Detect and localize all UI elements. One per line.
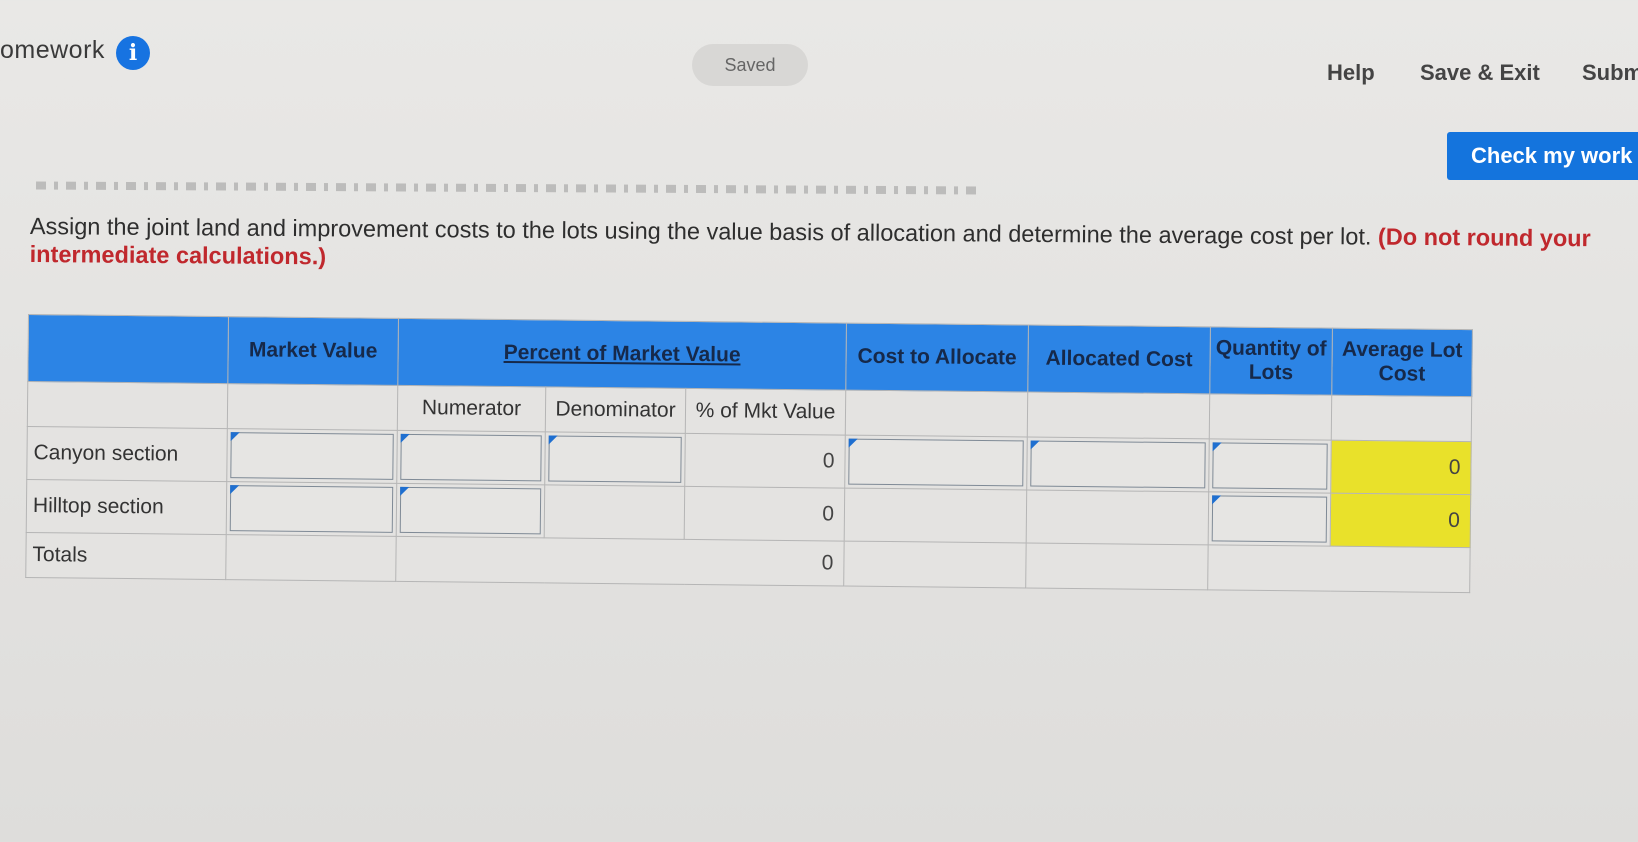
hilltop-quantity-cell bbox=[1208, 491, 1331, 547]
canyon-allocated-cost-input[interactable] bbox=[1030, 440, 1206, 489]
top-bar: omework i Saved Help Save & Exit Subm bbox=[0, 0, 1638, 100]
saved-status-badge: Saved bbox=[692, 44, 808, 86]
totals-blank-cell bbox=[1207, 544, 1471, 593]
subheader-blank bbox=[1027, 391, 1210, 439]
row-label-hilltop: Hilltop section bbox=[26, 479, 227, 535]
subheader-denominator: Denominator bbox=[545, 386, 686, 434]
subheader-blank bbox=[845, 390, 1028, 437]
assignment-title: omework bbox=[0, 36, 105, 64]
canyon-allocated-cost-cell bbox=[1026, 436, 1210, 492]
allocation-table-wrapper: Market Value Percent of Market Value Cos… bbox=[25, 314, 1473, 593]
hilltop-market-value-input[interactable] bbox=[229, 485, 394, 533]
canyon-quantity-input[interactable] bbox=[1212, 442, 1328, 490]
hilltop-pct-mkt-value: 0 bbox=[684, 486, 845, 542]
header-blank bbox=[27, 314, 229, 384]
hilltop-numerator-cell bbox=[396, 483, 545, 538]
hilltop-allocated-cost-cell bbox=[1026, 489, 1209, 545]
canyon-denominator-cell bbox=[544, 431, 686, 487]
totals-market-value-cell bbox=[225, 534, 397, 582]
canyon-quantity-cell bbox=[1208, 438, 1332, 494]
check-my-work-button[interactable]: Check my work bbox=[1447, 132, 1638, 180]
instructions: Assign the joint land and improvement co… bbox=[30, 212, 1630, 281]
hilltop-cost-to-allocate-cell bbox=[844, 488, 1027, 543]
subheader-blank bbox=[227, 383, 398, 431]
hilltop-quantity-input[interactable] bbox=[1211, 495, 1328, 543]
subheader-blank bbox=[27, 381, 228, 429]
hilltop-numerator-input[interactable] bbox=[399, 486, 542, 535]
info-icon[interactable]: i bbox=[116, 36, 150, 70]
canyon-cost-to-allocate-cell bbox=[844, 435, 1028, 490]
canyon-market-value-input[interactable] bbox=[230, 432, 394, 480]
canyon-pct-mkt-value: 0 bbox=[684, 433, 846, 489]
allocation-table: Market Value Percent of Market Value Cos… bbox=[25, 314, 1473, 593]
hilltop-market-value-cell bbox=[226, 481, 397, 537]
subheader-blank bbox=[1331, 395, 1472, 442]
save-exit-link[interactable]: Save & Exit bbox=[1420, 60, 1540, 86]
row-label-totals: Totals bbox=[25, 532, 227, 580]
help-link[interactable]: Help bbox=[1327, 60, 1375, 86]
cut-off-text-line bbox=[35, 181, 981, 195]
header-cost-to-allocate: Cost to Allocate bbox=[845, 323, 1029, 392]
header-quantity-of-lots: Quantity of Lots bbox=[1209, 326, 1333, 396]
submit-link[interactable]: Subm bbox=[1582, 60, 1638, 86]
subheader-numerator: Numerator bbox=[397, 385, 546, 432]
canyon-market-value-cell bbox=[226, 428, 398, 484]
canyon-average-lot-cost: 0 bbox=[1330, 440, 1472, 495]
header-market-value: Market Value bbox=[227, 316, 399, 386]
subheader-blank bbox=[1209, 393, 1332, 441]
percent-of-market-value-link[interactable]: Percent of Market Value bbox=[504, 341, 741, 366]
row-label-canyon: Canyon section bbox=[26, 426, 228, 482]
hilltop-average-lot-cost: 0 bbox=[1330, 493, 1471, 548]
canyon-numerator-cell bbox=[396, 430, 546, 485]
hilltop-denominator-cell bbox=[544, 484, 685, 540]
header-allocated-cost: Allocated Cost bbox=[1027, 324, 1211, 394]
header-average-lot-cost: Average Lot Cost bbox=[1331, 328, 1473, 397]
totals-cost-to-allocate-cell bbox=[843, 541, 1027, 588]
header-percent-of-market-value[interactable]: Percent of Market Value bbox=[397, 318, 847, 391]
canyon-numerator-input[interactable] bbox=[400, 433, 542, 482]
canyon-cost-to-allocate-input[interactable] bbox=[848, 438, 1024, 487]
totals-allocated-cost-cell bbox=[1025, 542, 1209, 590]
subheader-pct-mkt-value: % of Mkt Value bbox=[685, 388, 846, 436]
canyon-denominator-input[interactable] bbox=[548, 435, 682, 483]
totals-pct-mkt-value: 0 bbox=[395, 536, 845, 587]
